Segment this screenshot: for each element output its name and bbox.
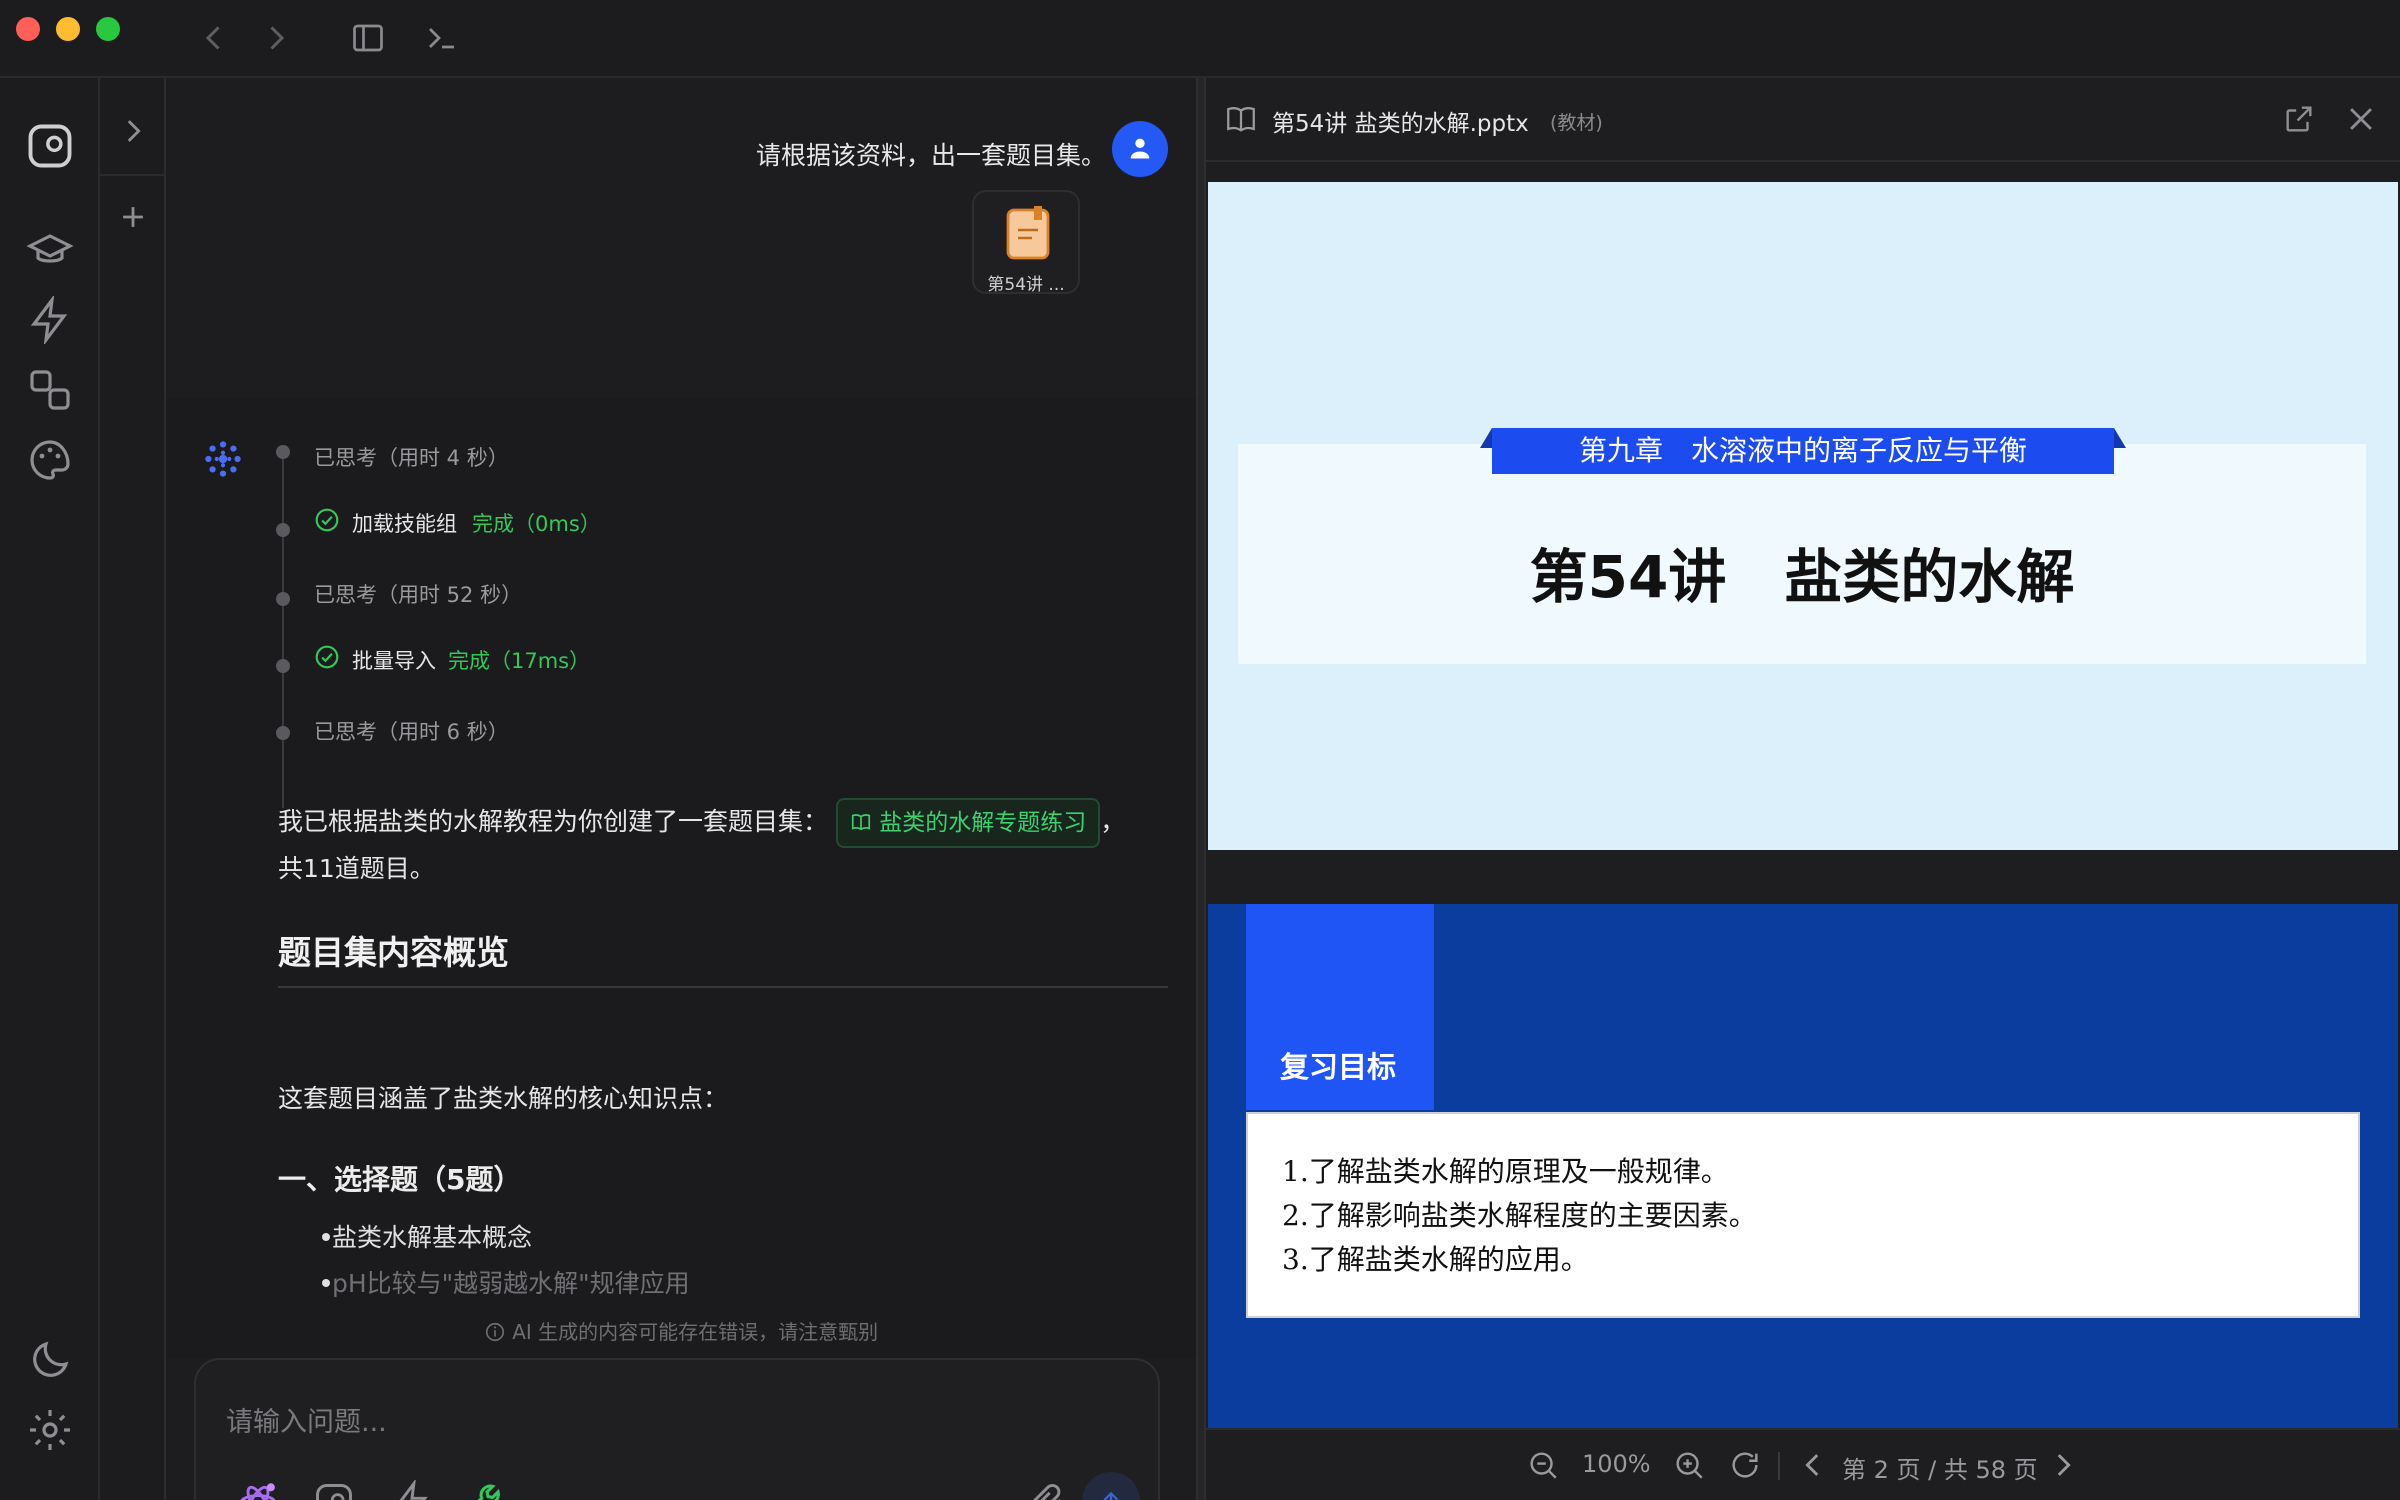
- maximize-window-button[interactable]: [96, 17, 120, 41]
- check-circle-icon: [315, 508, 339, 532]
- sidebar-toggle-icon[interactable]: [350, 20, 386, 56]
- step-dot: [276, 592, 290, 606]
- disclaimer-text: AI 生成的内容可能存在错误，请注意甄别: [512, 1320, 879, 1344]
- slide-1-chapter-ribbon: 第九章 水溶液中的离子反应与平衡: [1492, 428, 2114, 474]
- step-dot: [276, 659, 290, 673]
- zoom-level: 100%: [1582, 1450, 1651, 1478]
- send-button[interactable]: [1082, 1472, 1140, 1500]
- arrow-up-icon: [1103, 1491, 1119, 1500]
- shapes-icon[interactable]: [26, 366, 74, 414]
- app-logo-small-icon[interactable]: [312, 1480, 356, 1500]
- wrench-icon[interactable]: [466, 1480, 510, 1500]
- attachment-label: 第54讲 ...: [987, 275, 1065, 295]
- slide-2-content-box: 1.了解盐类水解的原理及一般规律。 2.了解影响盐类水解程度的主要因素。 3.了…: [1246, 1112, 2360, 1318]
- new-chat-plus-icon[interactable]: [116, 200, 150, 234]
- slide-2-line: 2.了解影响盐类水解程度的主要因素。: [1282, 1199, 1757, 1232]
- close-window-button[interactable]: [16, 17, 40, 41]
- back-arrow-icon[interactable]: [196, 20, 232, 56]
- slide-1-title: 第54讲 盐类的水解: [1529, 543, 2075, 611]
- conversation-panel-collapsed: [100, 78, 166, 1500]
- expand-chevron-icon[interactable]: [116, 114, 150, 148]
- preview-toolbar: 100% 第 2 页 / 共 58 页: [1206, 1428, 2400, 1500]
- pane-resize-handle[interactable]: [1196, 78, 1206, 1500]
- lightning-icon[interactable]: [26, 296, 74, 344]
- settings-gear-icon[interactable]: [26, 1406, 74, 1454]
- step-timeline: [282, 454, 284, 808]
- attachment-card[interactable]: 第54讲 ...: [972, 190, 1080, 295]
- open-book-icon: [1227, 107, 1255, 132]
- check-circle-icon: [315, 645, 339, 669]
- app-rail: [0, 78, 100, 1500]
- document-icon: [1006, 206, 1050, 260]
- reply-prefix: 我已根据盐类的水解教程为你创建了一套题目集：: [278, 807, 829, 836]
- divider: [100, 174, 166, 176]
- thought-step[interactable]: 已思考（用时 6 秒）: [314, 716, 509, 746]
- ai-disclaimer: AI 生成的内容可能存在错误，请注意甄别: [166, 1316, 1196, 1345]
- step-dot: [276, 445, 290, 459]
- previous-page-icon[interactable]: [1796, 1448, 1830, 1482]
- assistant-reply: 我已根据盐类的水解教程为你创建了一套题目集： 盐类的水解专题练习 ， 共11道题…: [278, 798, 1178, 890]
- graduation-cap-icon[interactable]: [26, 228, 74, 276]
- page-indicator: 第 2 页 / 共 58 页: [1842, 1456, 2038, 1484]
- assistant-logo-icon: [205, 441, 241, 477]
- minimize-window-button[interactable]: [56, 17, 80, 41]
- section-intro: 这套题目涵盖了盐类水解的核心知识点：: [278, 1084, 729, 1113]
- reply-suffix: ，: [1100, 807, 1126, 836]
- forward-arrow-icon[interactable]: [258, 20, 294, 56]
- chat-input-box[interactable]: 请输入问题...: [194, 1358, 1160, 1500]
- list-item: pH比较与"越弱越水解"规律应用: [322, 1264, 690, 1300]
- list-item: 盐类水解基本概念: [321, 1218, 532, 1254]
- user-avatar[interactable]: [1112, 121, 1168, 177]
- chat-pane: 请根据该资料，出一套题目集。 第54讲 ... 已思考（用时 4 秒） 加载技能…: [166, 78, 1196, 1500]
- question-set-link-label: 盐类的水解专题练习: [879, 810, 1087, 836]
- toolbar-divider: [1778, 1452, 1780, 1480]
- title-bar: [0, 0, 2400, 78]
- palette-icon[interactable]: [26, 436, 74, 484]
- user-message: 请根据该资料，出一套题目集。: [755, 141, 1106, 170]
- person-icon: [1130, 138, 1150, 159]
- zoom-in-icon[interactable]: [1672, 1448, 1706, 1482]
- tool-step-status: 完成（0ms）: [472, 512, 601, 536]
- reply-line2: 共11道题目。: [278, 854, 435, 883]
- info-icon: [485, 1322, 504, 1342]
- question-set-link[interactable]: 盐类的水解专题练习: [835, 798, 1101, 848]
- tool-step-name[interactable]: 加载技能组: [352, 508, 457, 538]
- step-dot: [276, 726, 290, 740]
- moon-icon[interactable]: [26, 1336, 74, 1384]
- external-open-icon[interactable]: [2282, 102, 2316, 136]
- thought-step[interactable]: 已思考（用时 52 秒）: [314, 579, 522, 609]
- terminal-icon[interactable]: [424, 20, 460, 56]
- close-icon[interactable]: [2344, 102, 2378, 136]
- slide-2-tab-label: 复习目标: [1280, 1050, 1397, 1084]
- preview-file-tag: (教材): [1550, 112, 1603, 134]
- thought-step[interactable]: 已思考（用时 4 秒）: [314, 442, 509, 472]
- tool-step-name[interactable]: 批量导入: [352, 645, 436, 675]
- lightning-small-icon[interactable]: [390, 1480, 434, 1500]
- paperclip-icon[interactable]: [1024, 1480, 1068, 1500]
- step-dot: [276, 523, 290, 537]
- atom-model-icon[interactable]: [236, 1480, 280, 1500]
- section-heading: 题目集内容概览: [278, 926, 1168, 988]
- preview-header: 第54讲 盐类的水解.pptx (教材): [1206, 78, 2400, 162]
- book-icon: [851, 814, 871, 831]
- app-logo-icon[interactable]: [24, 120, 76, 172]
- next-page-icon[interactable]: [2046, 1448, 2080, 1482]
- chat-input-placeholder[interactable]: 请输入问题...: [226, 1400, 387, 1439]
- rotate-icon[interactable]: [1728, 1448, 1762, 1482]
- sub-heading: 一、选择题（5题）: [278, 1163, 522, 1196]
- slide-2-line: 3.了解盐类水解的应用。: [1282, 1243, 1589, 1276]
- slide-2-line: 1.了解盐类水解的原理及一般规律。: [1282, 1155, 1729, 1188]
- zoom-out-icon[interactable]: [1526, 1448, 1560, 1482]
- preview-file-title: 第54讲 盐类的水解.pptx: [1272, 111, 1529, 137]
- tool-step-status: 完成（17ms）: [448, 649, 591, 673]
